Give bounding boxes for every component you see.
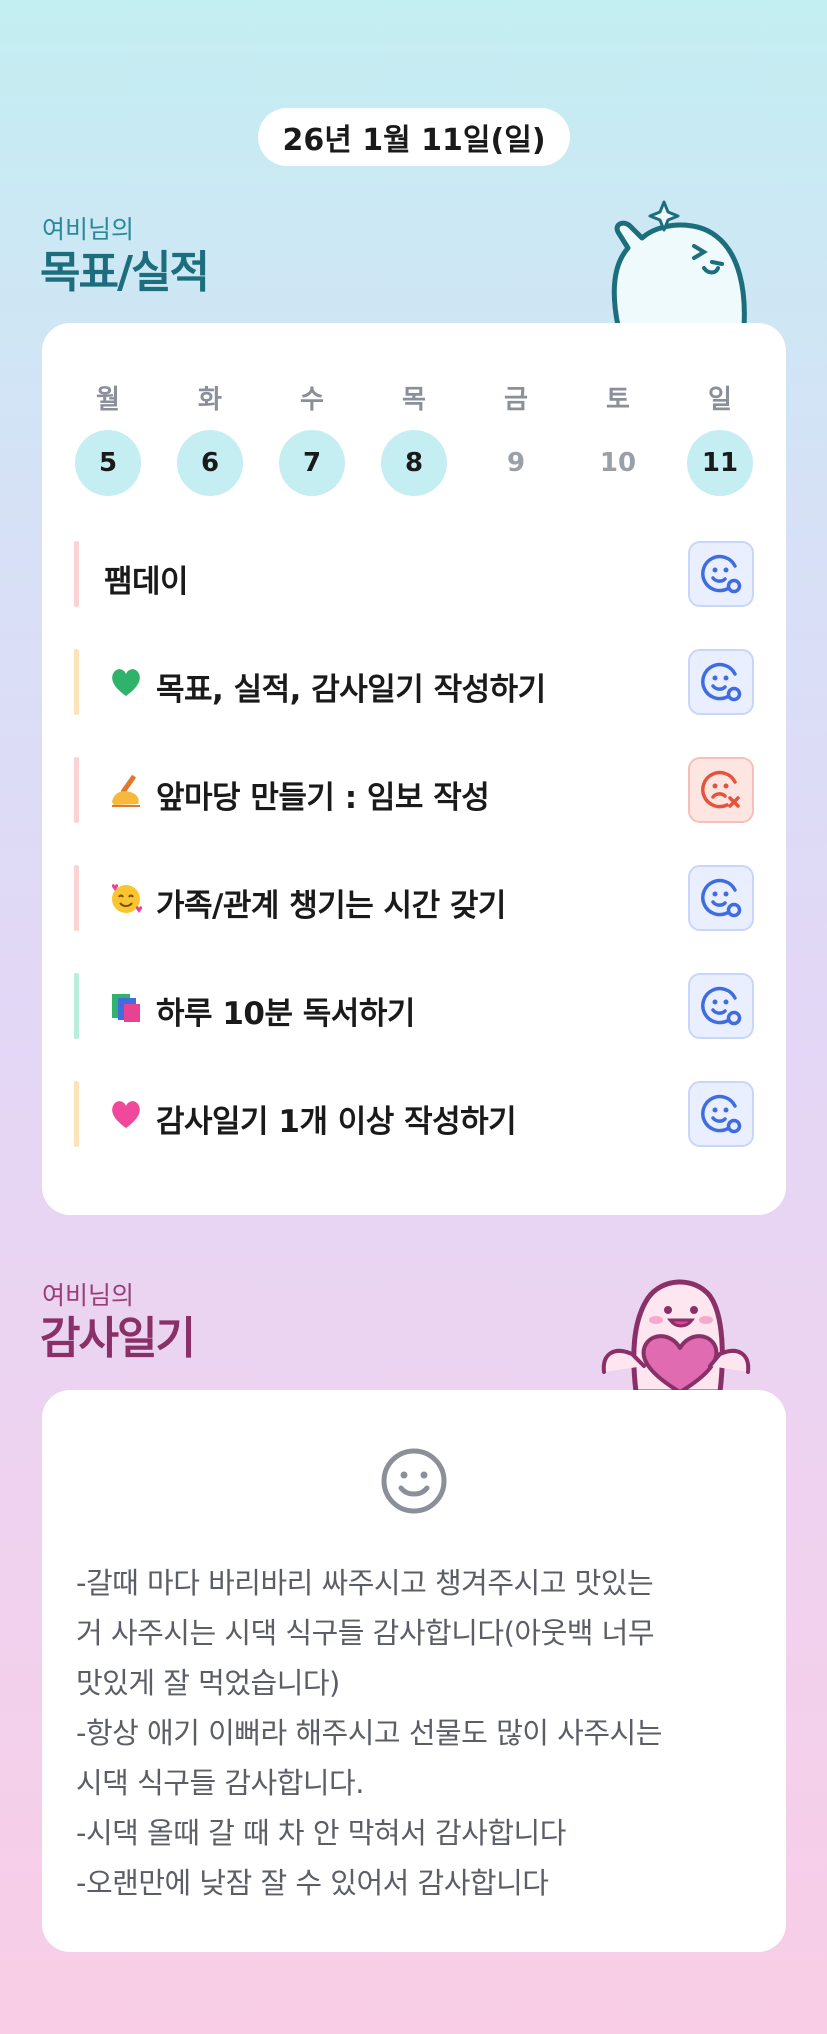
- goals-card: 월 화 수 목 금 토 일 5 6 7 8 9 10 11 팸데이 목표, 실적…: [42, 323, 786, 1215]
- goal-color-bar: [74, 973, 79, 1039]
- gratitude-card: -갈때 마다 바리바리 싸주시고 챙겨주시고 맛있는 거 사주시는 시댁 식구들…: [42, 1390, 786, 1952]
- pink-mascot-icon: [601, 1279, 751, 1392]
- weekday-sun: 일: [708, 385, 732, 415]
- day-6[interactable]: 6: [177, 430, 243, 496]
- weekday-thu: 목: [402, 385, 426, 415]
- goal-status-button[interactable]: [688, 757, 754, 823]
- goal-row: 팸데이: [74, 541, 754, 607]
- goal-text: 가족/관계 챙기는 시간 갖기: [156, 888, 506, 924]
- pink-heart-icon: [112, 1101, 140, 1128]
- goal-status-button[interactable]: [688, 649, 754, 715]
- goal-row: 감사일기 1개 이상 작성하기: [74, 1081, 754, 1147]
- goal-color-bar: [74, 757, 79, 823]
- smile-check-icon: [701, 554, 742, 594]
- day-11[interactable]: 11: [687, 430, 753, 496]
- date-label: 26년 1월 11일(일): [258, 108, 570, 166]
- day-9[interactable]: 9: [483, 430, 549, 496]
- goal-text: 앞마당 만들기 : 임보 작성: [156, 780, 490, 816]
- goal-color-bar: [74, 649, 79, 715]
- gratitude-text: -갈때 마다 바리바리 싸주시고 챙겨주시고 맛있는 거 사주시는 시댁 식구들…: [76, 1566, 662, 1900]
- weekday-sat: 토: [606, 385, 630, 415]
- goal-status-button[interactable]: [688, 1081, 754, 1147]
- smile-check-icon: [701, 1094, 742, 1134]
- goal-status-button[interactable]: [688, 865, 754, 931]
- day-10[interactable]: 10: [585, 430, 651, 496]
- goal-row: 하루 10분 독서하기: [74, 973, 754, 1039]
- gratitude-section-title: 감사일기: [40, 1313, 196, 1364]
- goal-color-bar: [74, 541, 79, 607]
- goal-status-button[interactable]: [688, 973, 754, 1039]
- smile-check-icon: [701, 662, 742, 702]
- weekday-tue: 화: [198, 385, 222, 415]
- goals-section-title: 목표/실적: [40, 247, 210, 298]
- smile-face-icon: [381, 1448, 447, 1514]
- goal-color-bar: [74, 1081, 79, 1147]
- teal-mascot-icon: [611, 200, 747, 326]
- weekday-fri: 금: [504, 385, 528, 415]
- goal-row: 목표, 실적, 감사일기 작성하기: [74, 649, 754, 715]
- day-7[interactable]: 7: [279, 430, 345, 496]
- goal-text: 하루 10분 독서하기: [156, 996, 415, 1032]
- sad-x-icon: [701, 770, 740, 809]
- green-heart-icon: [112, 669, 140, 696]
- day-8[interactable]: 8: [381, 430, 447, 496]
- goal-text: 감사일기 1개 이상 작성하기: [156, 1104, 517, 1140]
- books-icon: [112, 994, 140, 1022]
- goal-row: 가족/관계 챙기는 시간 갖기: [74, 865, 754, 931]
- smile-check-icon: [701, 986, 742, 1026]
- goal-text: 팸데이: [104, 564, 189, 600]
- day-5[interactable]: 5: [75, 430, 141, 496]
- goal-row: 앞마당 만들기 : 임보 작성: [74, 757, 754, 823]
- goal-text: 목표, 실적, 감사일기 작성하기: [156, 672, 546, 708]
- writing-hand-icon: [112, 775, 140, 807]
- goal-status-button[interactable]: [688, 541, 754, 607]
- goal-color-bar: [74, 865, 79, 931]
- smile-check-icon: [701, 878, 742, 918]
- weekday-mon: 월: [96, 385, 120, 415]
- smiling-face-with-hearts-icon: [111, 884, 143, 913]
- weekday-wed: 수: [300, 385, 324, 415]
